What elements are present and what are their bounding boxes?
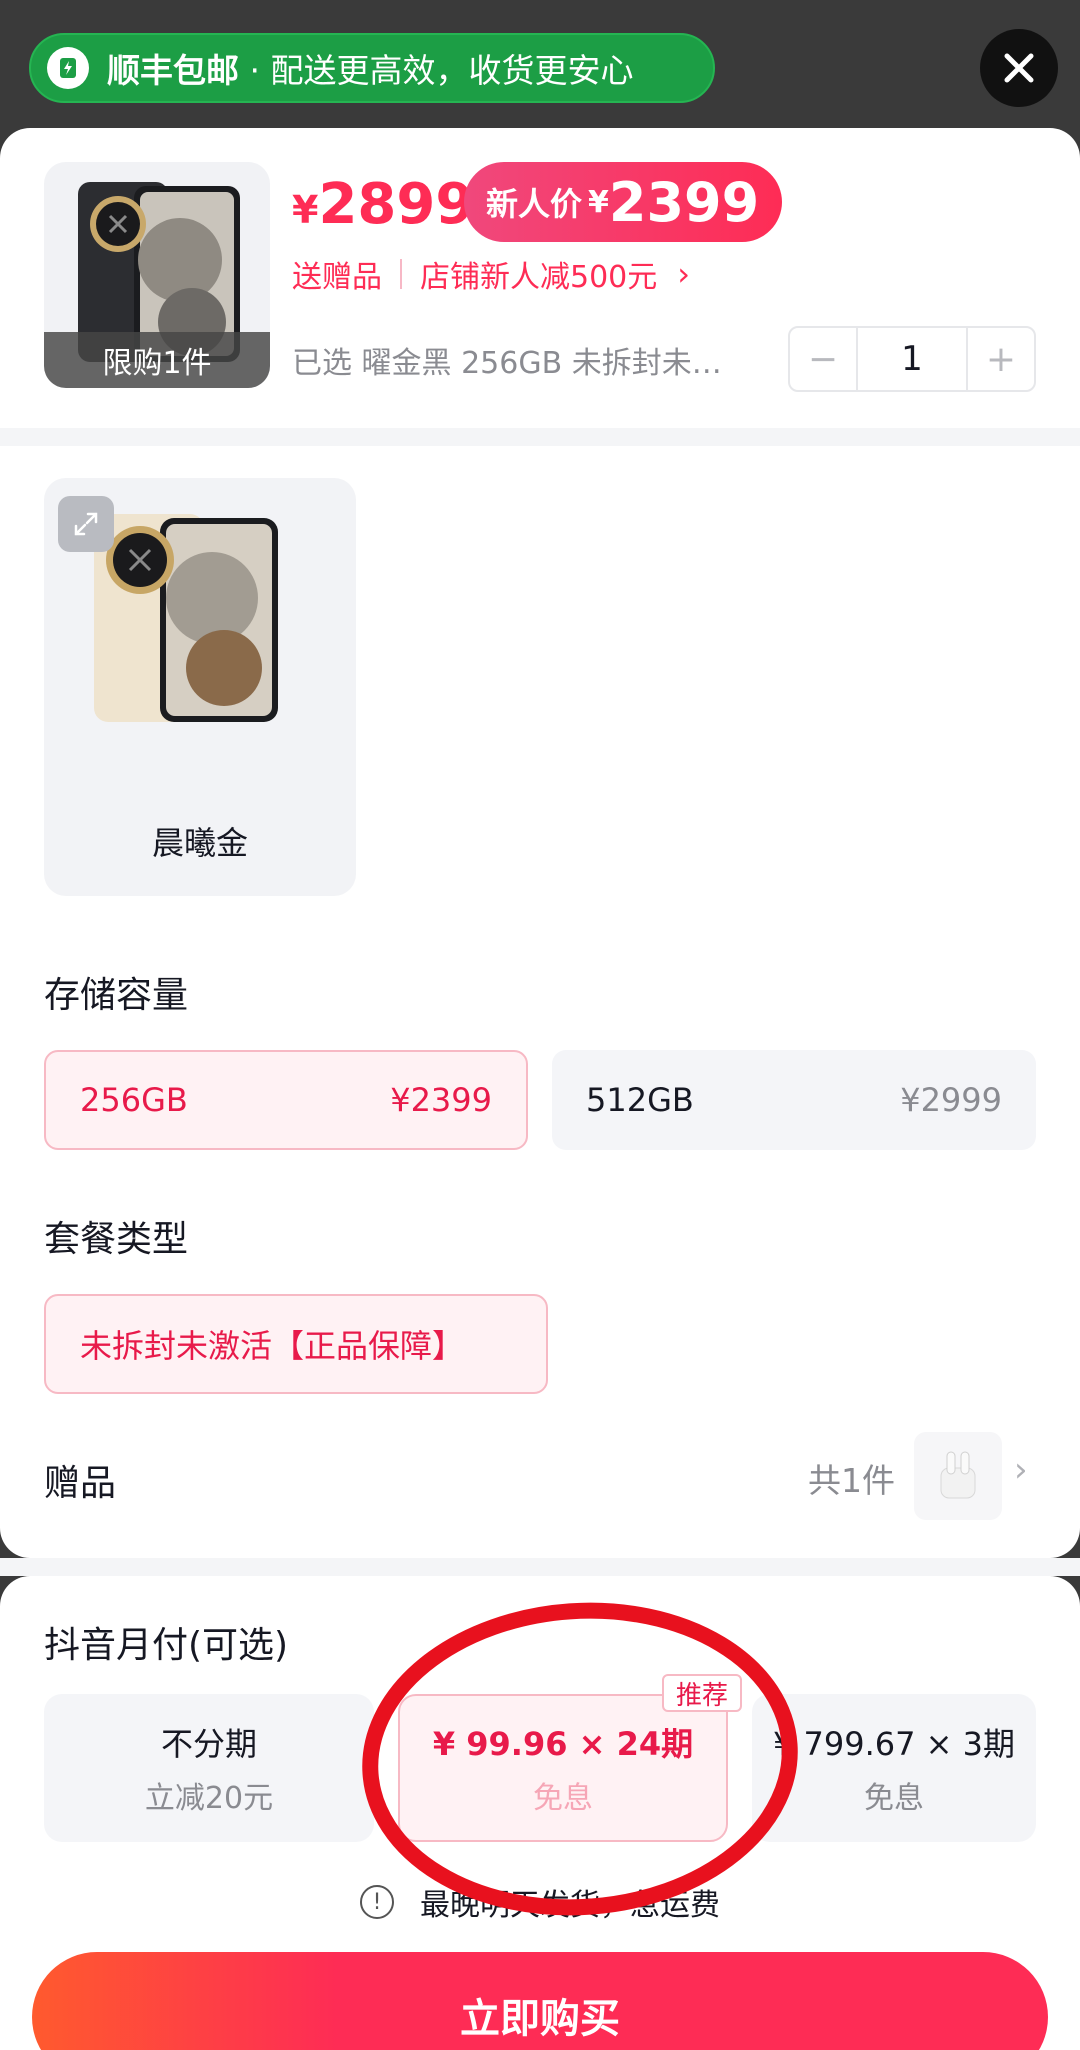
increase-button[interactable]: + [968, 339, 1034, 380]
original-price: ¥2899 [292, 172, 475, 237]
section-divider [0, 428, 1080, 446]
sf-shipping-text: 顺丰包邮 · 配送更高效，收货更安心 [107, 51, 634, 90]
storage-option-price: ¥2399 [390, 1081, 492, 1119]
selected-summary: 已选 曜金黑 256GB 未拆封未激活【正品保障】 [292, 346, 742, 381]
shipping-note-text: 最晚明天发货，急运费 [420, 1888, 720, 1923]
expand-icon[interactable] [58, 496, 114, 552]
close-button[interactable] [980, 29, 1058, 107]
pay-option-line1: ¥ 99.96 × 24期 [432, 1725, 694, 1763]
recommend-badge: 推荐 [662, 1674, 742, 1712]
buy-now-button[interactable]: 立即购买 [32, 1952, 1048, 2050]
gift-title: 赠品 [44, 1463, 117, 1504]
gift-promo: 送赠品 [292, 260, 382, 295]
shipping-note: ! 最晚明天发货，急运费 [0, 1880, 1080, 1924]
payment-title: 抖音月付(可选) [44, 1625, 289, 1666]
close-icon [1004, 53, 1034, 83]
store-promo: 店铺新人减500元 [420, 260, 658, 295]
package-option[interactable]: 未拆封未激活【正品保障】 [44, 1294, 548, 1394]
storage-option-price: ¥2999 [900, 1081, 1002, 1119]
color-option-label: 晨曦金 [151, 824, 248, 862]
quantity-value[interactable]: 1 [856, 328, 968, 390]
earbuds-icon[interactable] [914, 1432, 1002, 1520]
gift-count[interactable]: 共1件 [808, 1454, 895, 1502]
storage-title: 存储容量 [44, 975, 189, 1016]
pay-option-24[interactable]: ¥ 99.96 × 24期 免息 [398, 1694, 728, 1842]
decrease-button[interactable]: − [790, 339, 856, 380]
storage-option-512gb[interactable]: 512GB ¥2999 [552, 1050, 1036, 1150]
sf-shipping-banner: 顺丰包邮 · 配送更高效，收货更安心 [29, 33, 715, 103]
chevron-right-icon[interactable]: › [1014, 1450, 1028, 1490]
package-title: 套餐类型 [44, 1219, 189, 1260]
sf-express-icon [47, 47, 89, 89]
info-icon: ! [360, 1885, 394, 1919]
limit-tag: 限购1件 [44, 332, 270, 388]
product-thumbnail[interactable]: 限购1件 [44, 162, 270, 388]
chevron-right-icon: › [677, 255, 691, 293]
storage-option-name: 256GB [80, 1081, 188, 1119]
pay-option-line2: 立减20元 [144, 1781, 274, 1816]
pay-option-3[interactable]: ¥ 799.67 × 3期 免息 [752, 1694, 1036, 1842]
storage-option-name: 512GB [586, 1081, 694, 1119]
storage-option-256gb[interactable]: 256GB ¥2399 [44, 1050, 528, 1150]
promo-row[interactable]: 送赠品 店铺新人减500元 › [292, 252, 690, 296]
pay-option-full[interactable]: 不分期 立减20元 [44, 1694, 374, 1842]
package-option-name: 未拆封未激活【正品保障】 [80, 1327, 465, 1365]
pay-option-line1: ¥ 799.67 × 3期 [772, 1725, 1016, 1763]
pay-option-line1: 不分期 [160, 1725, 257, 1763]
section-divider [0, 1558, 1080, 1576]
pay-option-line2: 免息 [864, 1781, 924, 1816]
new-user-price-badge: 新人价 ¥2399 [464, 162, 782, 242]
quantity-stepper: − 1 + [788, 326, 1036, 392]
pay-option-line2: 免息 [533, 1781, 593, 1816]
promo-divider [400, 259, 402, 289]
